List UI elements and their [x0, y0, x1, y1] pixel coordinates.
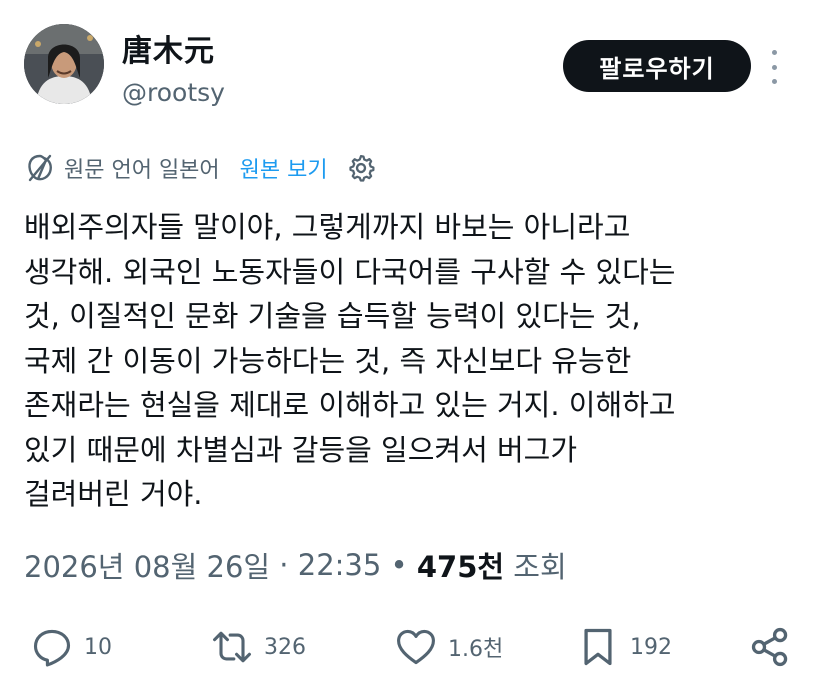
like-icon: [397, 629, 435, 665]
meta-separator: ·: [270, 548, 298, 582]
view-original-link[interactable]: 원본 보기: [240, 152, 328, 184]
more-vertical-icon[interactable]: [764, 50, 784, 84]
tweet-meta: 2026년 08월 26일 · 22:35 • 475천 조회: [24, 544, 567, 586]
reply-button[interactable]: 10: [30, 612, 112, 682]
views-label: 조회: [504, 550, 567, 584]
gear-icon[interactable]: [346, 153, 376, 183]
translate-off-icon: [28, 154, 52, 182]
like-count: 1.6천: [448, 637, 504, 662]
avatar-photo: [24, 24, 104, 104]
bookmark-button[interactable]: 192: [576, 612, 672, 682]
more-dot: [771, 79, 777, 84]
tweet-text: 배외주의자들 말이야, 그렇게까지 바보는 아니라고 생각해. 외국인 노동자들…: [24, 210, 676, 511]
display-name[interactable]: 唐木元: [122, 26, 215, 70]
retweet-button[interactable]: 326: [210, 612, 306, 682]
original-language-label: 원문 언어 일본어: [64, 158, 220, 183]
share-icon: [751, 627, 788, 667]
tweet-time[interactable]: 22:35: [298, 548, 382, 582]
follow-button[interactable]: 팔로우하기: [563, 40, 751, 92]
meta-separator: •: [381, 548, 417, 582]
bookmark-count: 192: [630, 634, 672, 660]
user-handle[interactable]: @rootsy: [122, 78, 225, 107]
action-bar: 10 326 1.6천 192: [0, 612, 816, 682]
retweet-count: 326: [264, 634, 306, 660]
reply-count: 10: [84, 634, 112, 660]
avatar[interactable]: [24, 24, 104, 104]
like-button[interactable]: 1.6천: [394, 612, 503, 682]
translation-bar: 원문 언어 일본어 원본 보기: [24, 150, 376, 186]
tweet-date[interactable]: 2026년 08월 26일: [24, 544, 270, 586]
more-dot: [771, 64, 777, 70]
bookmark-icon: [584, 628, 612, 666]
views-count: 475천: [416, 550, 505, 584]
more-dot: [771, 50, 777, 55]
retweet-icon: [213, 631, 251, 663]
share-button[interactable]: [748, 612, 792, 682]
reply-icon: [33, 629, 71, 667]
